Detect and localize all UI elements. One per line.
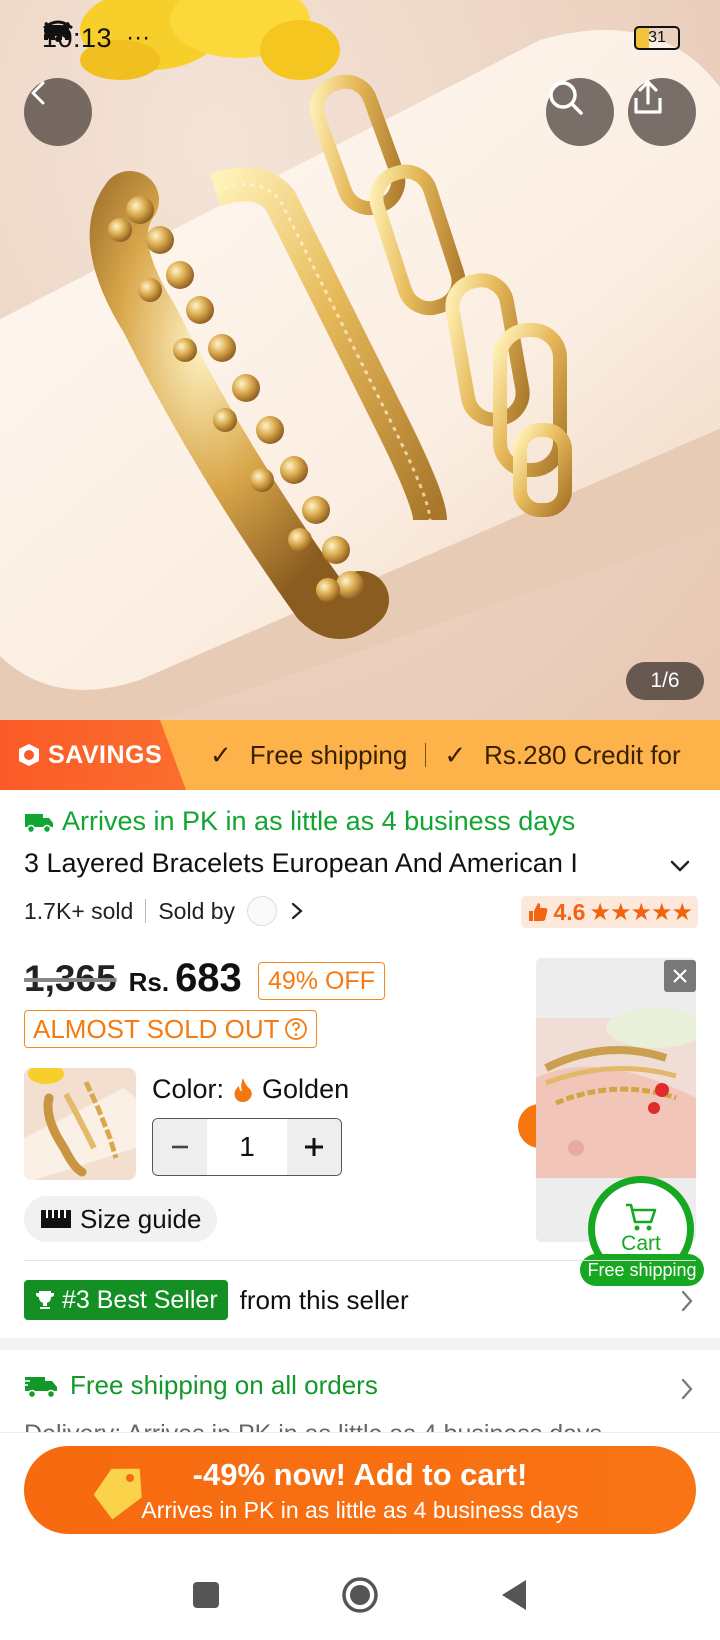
best-seller-badge: #3 Best Seller: [24, 1280, 228, 1320]
section-divider: [0, 1338, 720, 1350]
add-to-cart-label: -49% now! Add to cart!: [192, 1456, 528, 1492]
divider: [24, 1260, 696, 1261]
flame-icon: [234, 1077, 252, 1102]
check-icon: ✓: [210, 739, 232, 770]
decrement-button[interactable]: [153, 1119, 207, 1175]
price-tag-icon: [93, 1468, 142, 1520]
search-icon: [549, 81, 583, 115]
cart-label: Cart: [621, 1232, 661, 1255]
home-icon[interactable]: [340, 1575, 380, 1615]
free-shipping-pill: Free shipping: [580, 1254, 704, 1286]
search-button[interactable]: [546, 78, 614, 146]
chevron-right-icon[interactable]: [678, 1376, 696, 1402]
currency-symbol: Rs.: [128, 967, 170, 997]
best-seller-row[interactable]: #3 Best Seller from this seller: [24, 1280, 409, 1320]
stock-warning-text: ALMOST SOLD OUT: [33, 1013, 280, 1044]
chevron-right-icon[interactable]: [289, 901, 305, 921]
thumbnail-image: [24, 1068, 136, 1180]
savings-banner[interactable]: SAVINGS ✓ Free shipping ✓ Rs.280 Credit …: [0, 720, 720, 790]
savings-badge-icon: [19, 744, 39, 766]
shipping-label: Free shipping on all orders: [70, 1370, 378, 1400]
battery-icon: 31: [634, 26, 680, 50]
delivery-truck-icon: [25, 813, 53, 833]
trophy-icon: [36, 1291, 54, 1309]
best-seller-label: #3 Best Seller: [62, 1285, 218, 1314]
quantity-value[interactable]: 1: [207, 1131, 287, 1163]
minus-icon: [172, 1145, 188, 1149]
savings-item-credit: Rs.280 Credit for: [484, 739, 681, 770]
product-title[interactable]: 3 Layered Bracelets European And America…: [24, 848, 664, 879]
quantity-stepper[interactable]: 1: [152, 1118, 342, 1176]
sold-count: 1.7K+ sold: [24, 897, 134, 924]
savings-item-free-shipping: Free shipping: [249, 739, 408, 770]
recent-apps-icon[interactable]: [190, 1579, 222, 1611]
delivery-truck-icon: [24, 1376, 57, 1398]
rating-stars: ★★★★★: [589, 898, 693, 926]
price-row: 1,365 Rs. 683: [24, 956, 242, 1001]
size-guide-button[interactable]: Size guide: [24, 1196, 218, 1242]
arrival-info: Arrives in PK in as little as 4 business…: [24, 806, 575, 837]
color-thumbnail[interactable]: [24, 1068, 136, 1180]
sales-row: 1.7K+ sold Sold by: [24, 896, 305, 926]
color-label: Color:: [152, 1074, 225, 1104]
arrival-text: Arrives in PK in as little as 4 business…: [62, 806, 576, 836]
original-price: 1,365: [24, 958, 117, 999]
back-button[interactable]: [24, 78, 92, 146]
battery-level: 31: [648, 29, 666, 46]
best-seller-text: from this seller: [239, 1284, 409, 1315]
seller-logo[interactable]: [247, 896, 278, 926]
product-title-text: 3 Layered Bracelets European And America…: [24, 848, 578, 878]
divider: [425, 743, 427, 767]
add-to-cart-subtext: Arrives in PK in as little as 4 business…: [141, 1496, 579, 1523]
sold-by-label: Sold by: [158, 897, 236, 924]
discount-badge: 49% OFF: [258, 962, 385, 1000]
share-button[interactable]: [628, 78, 696, 146]
plus-icon: [305, 1138, 323, 1156]
increment-button[interactable]: [287, 1119, 341, 1175]
back-nav-icon[interactable]: [498, 1578, 530, 1612]
more-notifications-icon: ···: [126, 24, 151, 51]
cart-icon: [626, 1203, 657, 1231]
close-icon: [673, 969, 687, 983]
ruler-icon: [41, 1210, 71, 1228]
rating-value: 4.6: [553, 898, 586, 925]
size-guide-label: Size guide: [80, 1203, 202, 1234]
status-bar: 10:13 ··· 31: [42, 20, 680, 56]
add-to-cart-button[interactable]: -49% now! Add to cart! Arrives in PK in …: [24, 1446, 696, 1534]
share-icon: [634, 80, 662, 114]
wifi-icon: [43, 20, 73, 42]
stock-warning[interactable]: ALMOST SOLD OUT: [24, 1010, 317, 1048]
shipping-row[interactable]: Free shipping on all orders: [24, 1370, 378, 1401]
divider: [145, 899, 147, 923]
color-value: Golden: [262, 1074, 350, 1104]
savings-tag: SAVINGS: [0, 720, 186, 790]
image-counter: 1/6: [626, 662, 704, 700]
rating-badge[interactable]: 4.6 ★★★★★: [521, 896, 698, 928]
chevron-left-icon: [31, 81, 45, 105]
check-icon: ✓: [444, 739, 467, 770]
help-icon: [284, 1018, 307, 1040]
system-nav-bar: [0, 1560, 720, 1630]
title-fade: [574, 848, 664, 879]
color-selector: Color: Golden: [152, 1074, 349, 1105]
thumbs-up-icon: [529, 903, 548, 921]
chevron-down-icon[interactable]: [666, 852, 694, 880]
video-close-button[interactable]: [664, 960, 696, 992]
product-image-gallery[interactable]: 10:13 ··· 31 1/6: [0, 0, 720, 720]
current-price: 683: [175, 956, 242, 1000]
savings-tag-label: SAVINGS: [48, 740, 163, 769]
chevron-right-icon[interactable]: [678, 1288, 696, 1314]
